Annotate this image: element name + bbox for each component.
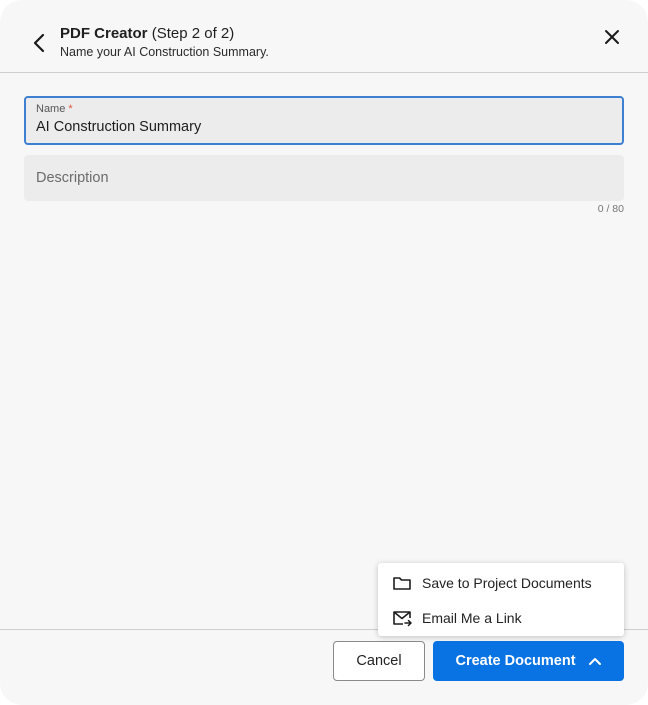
email-forward-icon (393, 611, 412, 627)
description-input[interactable] (36, 170, 606, 186)
close-icon (605, 30, 619, 44)
description-field[interactable] (24, 155, 624, 201)
dialog-subtitle: Name your AI Construction Summary. (60, 45, 269, 59)
dialog-header: PDF Creator (Step 2 of 2) Name your AI C… (0, 0, 648, 73)
name-label-text: Name (36, 103, 66, 115)
menu-item-save-to-project-documents[interactable]: Save to Project Documents (378, 566, 624, 600)
menu-item-label: Save to Project Documents (422, 575, 592, 591)
chevron-left-icon (33, 33, 45, 53)
close-button[interactable] (603, 28, 621, 46)
pdf-creator-dialog: PDF Creator (Step 2 of 2) Name your AI C… (0, 0, 648, 705)
dialog-title-block: PDF Creator (Step 2 of 2) Name your AI C… (60, 25, 269, 59)
create-options-menu: Save to Project Documents Email Me a Lin… (378, 563, 624, 636)
name-field-label: Name * (36, 103, 73, 115)
name-input[interactable] (36, 119, 606, 135)
name-field[interactable]: Name * (24, 96, 624, 145)
back-button[interactable] (28, 32, 52, 54)
folder-icon (393, 577, 411, 590)
dialog-title: PDF Creator (Step 2 of 2) (60, 25, 269, 43)
menu-item-label: Email Me a Link (422, 610, 522, 626)
dialog-title-text: PDF Creator (60, 25, 148, 42)
create-document-label: Create Document (455, 653, 576, 669)
chevron-up-icon (588, 658, 601, 665)
cancel-button[interactable]: Cancel (333, 641, 425, 681)
create-document-button[interactable]: Create Document (433, 641, 624, 681)
description-char-counter: 0 / 80 (597, 203, 624, 215)
dialog-step-indicator: (Step 2 of 2) (151, 25, 235, 42)
required-marker: * (68, 103, 73, 115)
menu-item-email-me-a-link[interactable]: Email Me a Link (378, 601, 624, 635)
